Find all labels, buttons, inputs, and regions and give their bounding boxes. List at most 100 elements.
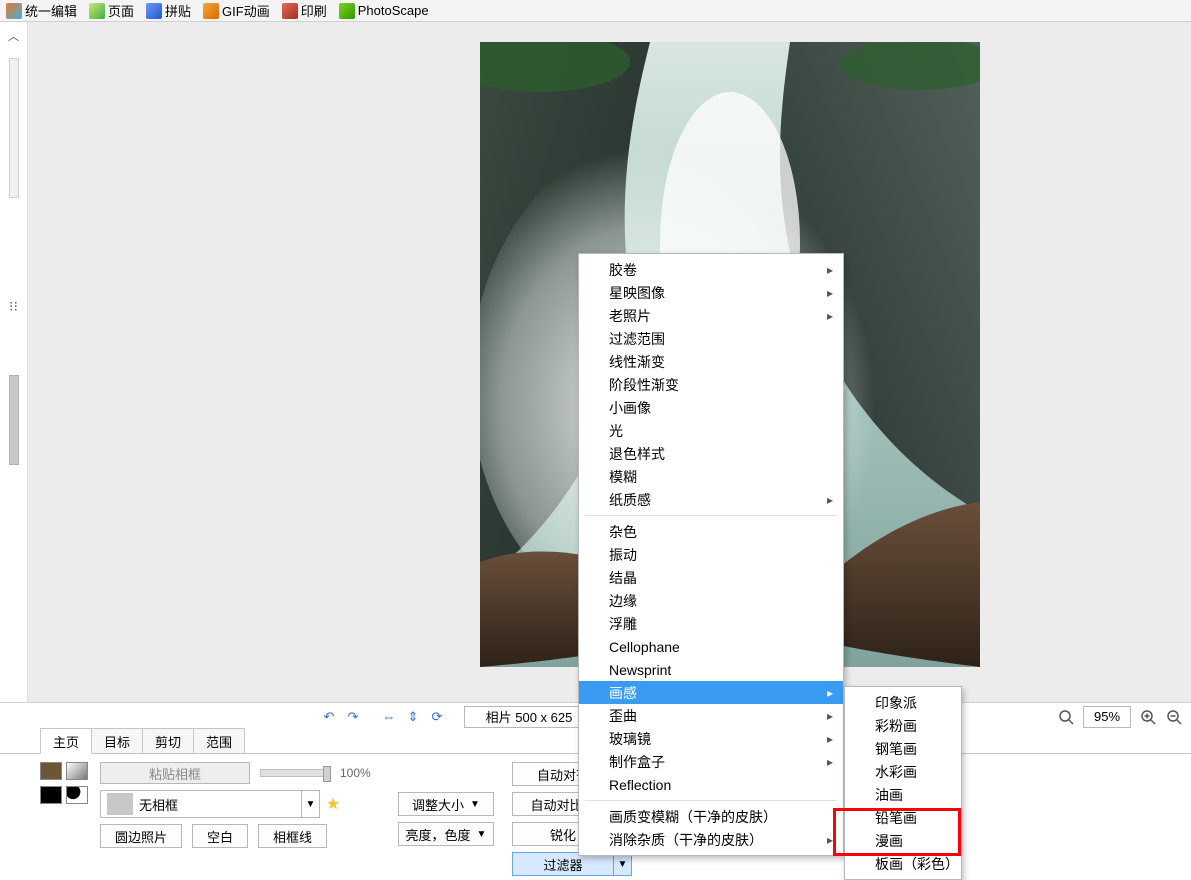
toolbar-gif[interactable]: GIF动画	[199, 0, 274, 21]
star-icon[interactable]: ★	[326, 794, 340, 814]
toolbar-label: GIF动画	[222, 1, 270, 20]
menu-item[interactable]: 星映图像	[579, 281, 843, 304]
zoom-out-icon[interactable]	[1165, 708, 1183, 726]
submenu-item[interactable]: 油画	[845, 783, 961, 806]
menu-item[interactable]: 过滤范围	[579, 327, 843, 350]
menu-item[interactable]: 歪曲	[579, 704, 843, 727]
scroll-up-icon[interactable]: ︿	[7, 28, 21, 42]
zoom-display[interactable]: 95%	[1083, 706, 1131, 728]
menu-item[interactable]: 线性渐变	[579, 350, 843, 373]
chevron-down-icon[interactable]: ▼	[477, 829, 487, 840]
swatch-gradient-icon[interactable]	[66, 762, 88, 780]
menu-item[interactable]: 胶卷	[579, 258, 843, 281]
menu-item[interactable]: 阶段性渐变	[579, 373, 843, 396]
image-size-display[interactable]: 相片 500 x 625	[464, 706, 594, 728]
menu-item[interactable]: 老照片	[579, 304, 843, 327]
menu-item[interactable]: 振动	[579, 543, 843, 566]
toolbar-label: 页面	[108, 1, 134, 20]
fit-width-icon[interactable]: ⇔	[380, 708, 398, 726]
frame-line-button[interactable]: 相框线	[258, 824, 327, 848]
menu-item[interactable]: 浮雕	[579, 612, 843, 635]
submenu-item[interactable]: 钢笔画	[845, 737, 961, 760]
menu-item[interactable]: 消除杂质（干净的皮肤）	[579, 828, 843, 851]
zoom-in-icon[interactable]	[1139, 708, 1157, 726]
zoom-fit-icon[interactable]	[1057, 708, 1075, 726]
brightness-color-button[interactable]: 亮度，色度 ▼	[398, 822, 494, 846]
left-scroll-thumb[interactable]	[9, 375, 19, 465]
drag-handle-icon[interactable]: ⁝⁝	[9, 298, 18, 315]
submenu-item[interactable]: 漫画	[845, 829, 961, 852]
button-label: 调整大小	[412, 795, 464, 814]
paste-frame-label: 粘贴相框	[149, 764, 201, 783]
submenu-item[interactable]: 板画（彩色）	[845, 852, 961, 875]
submenu-item[interactable]: 印象派	[845, 691, 961, 714]
chevron-down-icon[interactable]: ▼	[470, 799, 480, 810]
button-label: 亮度，色度	[406, 825, 471, 844]
menu-item[interactable]: 画质变模糊（干净的皮肤）	[579, 805, 843, 828]
swatch-black-icon[interactable]	[40, 786, 62, 804]
adjust-column: 调整大小 ▼ 亮度，色度 ▼	[398, 762, 494, 846]
toolbar-label: 印刷	[301, 1, 327, 20]
submenu-item[interactable]: 彩粉画	[845, 714, 961, 737]
filter-context-menu[interactable]: 胶卷星映图像老照片过滤范围线性渐变阶段性渐变小画像光退色样式模糊纸质感杂色振动结…	[578, 253, 844, 856]
menu-item[interactable]: Newsprint	[579, 658, 843, 681]
button-label: 过滤器	[543, 855, 582, 874]
undo-icon[interactable]: ↶	[320, 708, 338, 726]
toolbar-unified-edit[interactable]: 统一编辑	[2, 0, 81, 21]
menu-item[interactable]: Cellophane	[579, 635, 843, 658]
menu-item[interactable]: 边缘	[579, 589, 843, 612]
submenu-item[interactable]: 铅笔画	[845, 806, 961, 829]
tab-target[interactable]: 目标	[91, 728, 143, 753]
menu-item[interactable]: 小画像	[579, 396, 843, 419]
top-toolbar: 统一编辑 页面 拼贴 GIF动画 印刷 PhotoScape	[0, 0, 1191, 22]
tab-crop[interactable]: 剪切	[142, 728, 194, 753]
menu-item[interactable]: 画感	[579, 681, 843, 704]
submenu-item[interactable]: 水彩画	[845, 760, 961, 783]
palette-icon	[6, 3, 22, 19]
button-label: 空白	[207, 827, 233, 846]
swatch-column	[40, 762, 88, 804]
toolbar-combine[interactable]: 拼贴	[142, 0, 195, 21]
toolbar-label: PhotoScape	[358, 3, 429, 18]
button-label: 锐化	[550, 825, 576, 844]
tab-label: 范围	[206, 735, 232, 750]
paste-frame-button[interactable]: 粘贴相框	[100, 762, 250, 784]
blank-button[interactable]: 空白	[192, 824, 248, 848]
menu-item[interactable]: 结晶	[579, 566, 843, 589]
print-icon	[282, 3, 298, 19]
button-label: 圆边照片	[115, 827, 167, 846]
toolbar-photoscape[interactable]: PhotoScape	[335, 2, 433, 20]
round-photo-button[interactable]: 圆边照片	[100, 824, 182, 848]
menu-item[interactable]: 模糊	[579, 465, 843, 488]
toolbar-label: 统一编辑	[25, 1, 77, 20]
tab-scope[interactable]: 范围	[193, 728, 245, 753]
rotate-icon[interactable]: ⟳	[428, 708, 446, 726]
opacity-slider[interactable]	[260, 769, 330, 777]
chevron-down-icon[interactable]: ▼	[301, 791, 319, 817]
tab-home[interactable]: 主页	[40, 728, 92, 754]
menu-item[interactable]: 制作盒子	[579, 750, 843, 773]
filter-submenu[interactable]: 印象派彩粉画钢笔画水彩画油画铅笔画漫画板画（彩色）	[844, 686, 962, 880]
tab-label: 主页	[53, 735, 79, 750]
menu-item[interactable]: 退色样式	[579, 442, 843, 465]
tab-label: 目标	[104, 735, 130, 750]
button-label: 相框线	[273, 827, 312, 846]
menu-item[interactable]: 杂色	[579, 520, 843, 543]
left-scroll-track[interactable]	[9, 58, 19, 198]
page-icon	[89, 3, 105, 19]
menu-item[interactable]: 光	[579, 419, 843, 442]
swatch-sepia-icon[interactable]	[40, 762, 62, 780]
resize-button[interactable]: 调整大小 ▼	[398, 792, 494, 816]
menu-item[interactable]: Reflection	[579, 773, 843, 796]
gif-icon	[203, 3, 219, 19]
redo-icon[interactable]: ↷	[344, 708, 362, 726]
menu-item[interactable]: 玻璃镜	[579, 727, 843, 750]
toolbar-print[interactable]: 印刷	[278, 0, 331, 21]
swatch-vignette-icon[interactable]	[66, 786, 88, 804]
menu-item[interactable]: 纸质感	[579, 488, 843, 511]
frame-select[interactable]: 无相框 ▼	[100, 790, 320, 818]
slider-thumb-icon[interactable]	[323, 766, 331, 782]
tab-label: 剪切	[155, 735, 181, 750]
fit-height-icon[interactable]: ⇕	[404, 708, 422, 726]
toolbar-page[interactable]: 页面	[85, 0, 138, 21]
